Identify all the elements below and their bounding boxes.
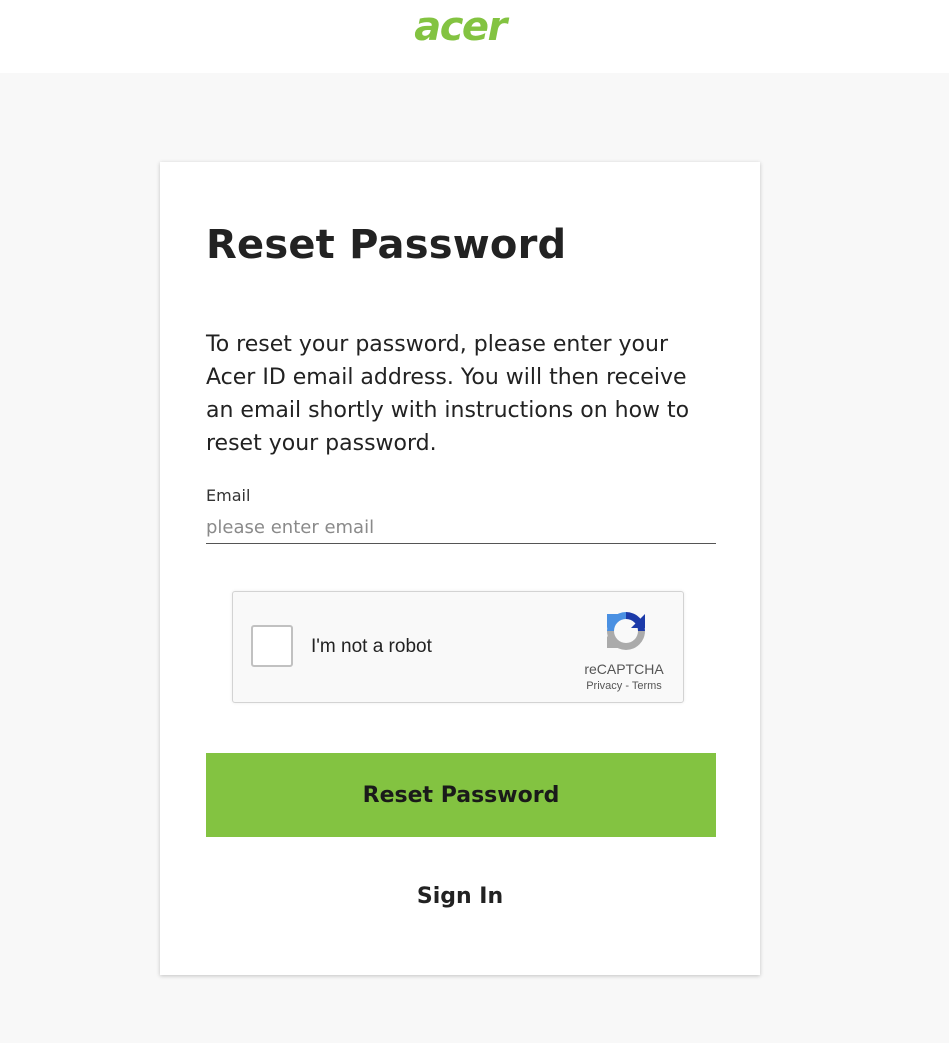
top-header: acer bbox=[0, 0, 949, 73]
instructions-text: To reset your password, please enter you… bbox=[206, 332, 690, 456]
recaptcha-logo-icon bbox=[607, 612, 645, 650]
recaptcha-widget: I'm not a robot reCAPTCHA Privacy - Term… bbox=[232, 591, 684, 703]
recaptcha-terms-link[interactable]: Terms bbox=[632, 680, 662, 692]
reset-password-button[interactable]: Reset Password bbox=[206, 753, 716, 837]
page-title: Reset Password bbox=[206, 222, 567, 268]
recaptcha-checkbox[interactable] bbox=[251, 625, 293, 667]
recaptcha-link-separator: - bbox=[625, 680, 629, 692]
email-input[interactable] bbox=[206, 512, 716, 544]
acer-logo-text: acer bbox=[414, 6, 509, 48]
email-label: Email bbox=[206, 486, 251, 505]
recaptcha-links: Privacy - Terms bbox=[533, 680, 715, 692]
reset-password-card: Reset Password To reset your password, p… bbox=[160, 162, 760, 975]
recaptcha-label: I'm not a robot bbox=[311, 636, 432, 657]
acer-logo[interactable]: acer bbox=[400, 6, 520, 48]
recaptcha-brand: reCAPTCHA bbox=[584, 661, 664, 677]
recaptcha-privacy-link[interactable]: Privacy bbox=[586, 680, 622, 692]
sign-in-link[interactable]: Sign In bbox=[160, 884, 760, 909]
